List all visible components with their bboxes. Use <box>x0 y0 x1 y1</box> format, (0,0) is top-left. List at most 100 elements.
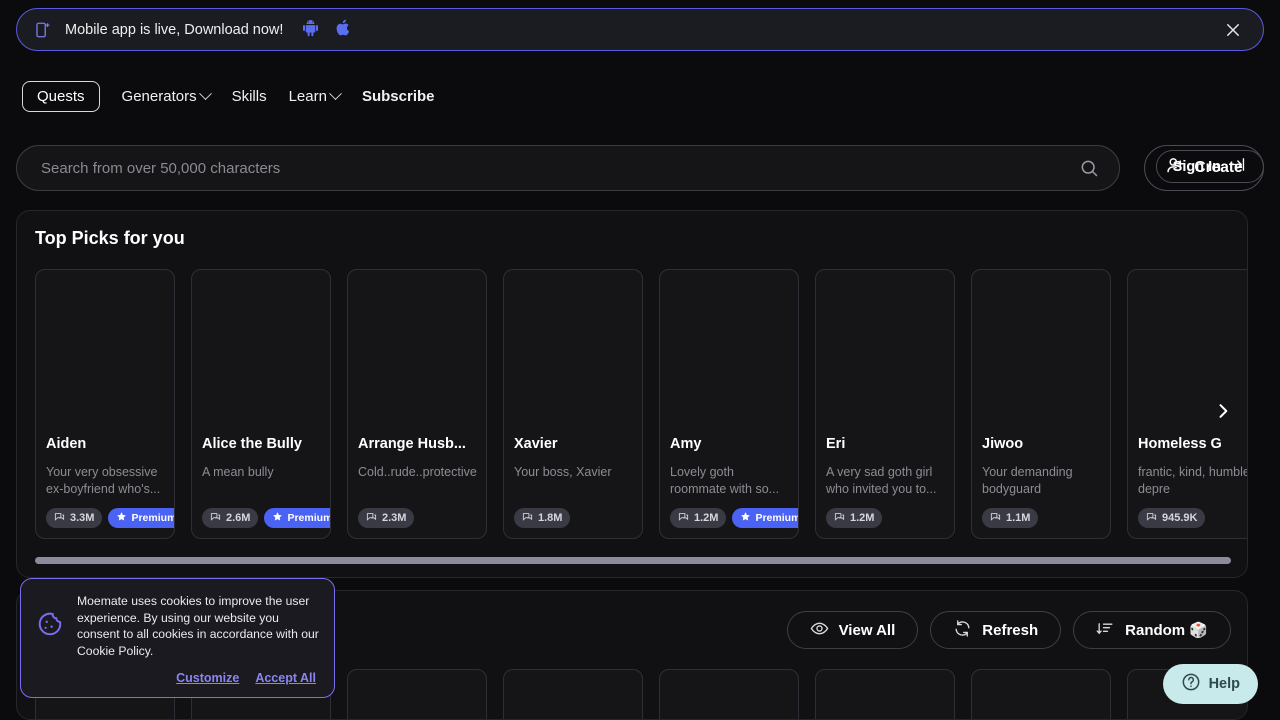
cookie-icon <box>37 611 63 642</box>
nav-label-skills: Skills <box>231 87 267 105</box>
android-icon[interactable] <box>301 18 320 42</box>
character-name: Arrange Husb... <box>358 436 466 452</box>
nav-item-skills[interactable]: Skills <box>232 88 267 105</box>
refresh-button[interactable]: Refresh <box>930 611 1062 649</box>
character-card[interactable] <box>503 669 643 719</box>
character-description: A mean bully <box>202 465 274 479</box>
search-input[interactable] <box>41 159 1079 177</box>
character-card[interactable]: Aiden Your very obsessive ex-boyfriend wh… <box>35 269 175 539</box>
character-name: Jiwoo <box>982 436 1024 452</box>
mobile-app-icon <box>33 20 53 40</box>
character-card-body: Amy Lovely goth roommate with so... 1.2M Pr… <box>670 436 798 528</box>
character-card[interactable] <box>815 669 955 719</box>
nav-item-learn[interactable]: Learn <box>288 86 342 105</box>
chat-count-badge: 1.2M <box>826 508 883 528</box>
cookie-customize-link[interactable]: Customize <box>176 671 239 685</box>
chat-count-badge: 945.9K <box>1138 508 1206 528</box>
chat-bubble-icon <box>1146 511 1157 525</box>
character-card[interactable]: Xavier Your boss, Xavier 1.8M <box>503 269 643 539</box>
character-description: Lovely goth roommate with so... <box>670 465 780 496</box>
carousel-next-button[interactable] <box>1209 399 1237 427</box>
announcement-text: Mobile app is live, Download now! <box>65 21 284 38</box>
chat-bubble-icon <box>366 511 377 525</box>
chat-count-label: 1.8M <box>538 512 563 524</box>
character-badges: 2.6M Premium <box>202 508 330 528</box>
random-button[interactable]: Random 🎲 <box>1073 611 1231 649</box>
chat-bubble-icon <box>54 511 65 525</box>
cookie-accept-all-link[interactable]: Accept All <box>255 671 316 685</box>
chat-count-label: 1.1M <box>1006 512 1031 524</box>
nav-label-subscribe: Subscribe <box>361 87 435 105</box>
nav-label-generators: Generators <box>121 87 197 105</box>
chat-count-badge: 1.2M <box>670 508 727 528</box>
character-card[interactable] <box>347 669 487 719</box>
chat-count-badge: 3.3M <box>46 508 103 528</box>
character-card[interactable]: Amy Lovely goth roommate with so... 1.2M Pr… <box>659 269 799 539</box>
sort-desc-icon <box>1096 619 1115 642</box>
character-description: A very sad goth girl who invited you to.… <box>826 465 937 496</box>
character-name: Homeless G <box>1138 436 1222 452</box>
search-icon[interactable] <box>1079 158 1099 178</box>
character-badges: 1.8M <box>514 508 642 528</box>
premium-badge: Premium <box>108 508 175 528</box>
character-badges: 2.3M <box>358 508 486 528</box>
help-widget-button[interactable]: Help <box>1162 664 1258 704</box>
character-name: Aiden <box>46 436 87 452</box>
page-title: Top Picks for you <box>35 228 185 248</box>
eye-icon <box>810 619 829 642</box>
cookie-consent-banner: Moemate uses cookies to improve the user… <box>20 578 335 698</box>
chevron-right-icon <box>1213 401 1233 426</box>
chat-count-label: 1.2M <box>694 512 719 524</box>
character-card-body: Jiwoo Your demanding bodyguard 1.1M <box>982 436 1110 528</box>
nav-item-subscribe[interactable]: Subscribe <box>362 88 435 105</box>
chat-bubble-icon <box>990 511 1001 525</box>
chat-count-badge: 2.6M <box>202 508 259 528</box>
close-icon[interactable] <box>1221 18 1245 42</box>
character-card[interactable]: Jiwoo Your demanding bodyguard 1.1M <box>971 269 1111 539</box>
character-card-body: Aiden Your very obsessive ex-boyfriend wh… <box>46 436 174 528</box>
cookie-actions: Customize Accept All <box>176 671 316 685</box>
character-description: Cold..rude..protective <box>358 465 477 479</box>
chat-count-label: 3.3M <box>70 512 95 524</box>
character-description: Your very obsessive ex-boyfriend who's..… <box>46 465 161 496</box>
character-description: Your demanding bodyguard <box>982 465 1073 496</box>
character-badges: 1.2M Premium <box>670 508 798 528</box>
nav-quests-button[interactable]: Quests <box>22 80 100 112</box>
question-circle-icon <box>1181 672 1201 697</box>
search-bar[interactable] <box>16 145 1120 191</box>
premium-label: Premium <box>287 512 331 524</box>
announcement-bar[interactable]: Mobile app is live, Download now! <box>16 8 1264 51</box>
nav-item-generators[interactable]: Generators <box>121 86 212 105</box>
store-icons <box>301 18 353 42</box>
random-label: Random 🎲 <box>1125 622 1208 639</box>
character-card[interactable] <box>659 669 799 719</box>
character-card-body: Eri A very sad goth girl who invited you … <box>826 436 954 528</box>
chat-bubble-icon <box>210 511 221 525</box>
horizontal-scrollbar[interactable] <box>35 557 1231 564</box>
main-nav: Quests Generators Skills Learn Subscribe <box>0 72 1280 187</box>
apple-icon[interactable] <box>334 18 353 42</box>
chat-count-label: 2.3M <box>382 512 407 524</box>
star-icon <box>740 511 751 525</box>
character-card[interactable]: Arrange Husb... Cold..rude..protective 2.3… <box>347 269 487 539</box>
character-card-body: Arrange Husb... Cold..rude..protective 2.3… <box>358 436 486 528</box>
chat-count-label: 945.9K <box>1162 512 1198 524</box>
character-badges: 945.9K <box>1138 508 1247 528</box>
view-all-button[interactable]: View All <box>786 611 919 649</box>
nav-label-learn: Learn <box>288 87 327 105</box>
premium-badge: Premium <box>264 508 331 528</box>
chevron-down-icon <box>198 86 212 100</box>
create-label: Create <box>1194 159 1243 176</box>
chat-count-badge: 1.8M <box>514 508 571 528</box>
character-card-body: Homeless G frantic, kind, humble, depre 94… <box>1138 436 1247 528</box>
character-badges: 1.1M <box>982 508 1110 528</box>
character-card[interactable] <box>971 669 1111 719</box>
cookie-message: Moemate uses cookies to improve the user… <box>77 594 319 658</box>
character-card-list: Aiden Your very obsessive ex-boyfriend wh… <box>35 269 1247 541</box>
character-name: Eri <box>826 436 846 452</box>
premium-label: Premium <box>131 512 175 524</box>
character-card[interactable]: Alice the Bully A mean bully 2.6M Premium <box>191 269 331 539</box>
character-card[interactable]: Eri A very sad goth girl who invited you … <box>815 269 955 539</box>
chat-count-badge: 2.3M <box>358 508 415 528</box>
create-button[interactable]: Create <box>1144 145 1264 191</box>
